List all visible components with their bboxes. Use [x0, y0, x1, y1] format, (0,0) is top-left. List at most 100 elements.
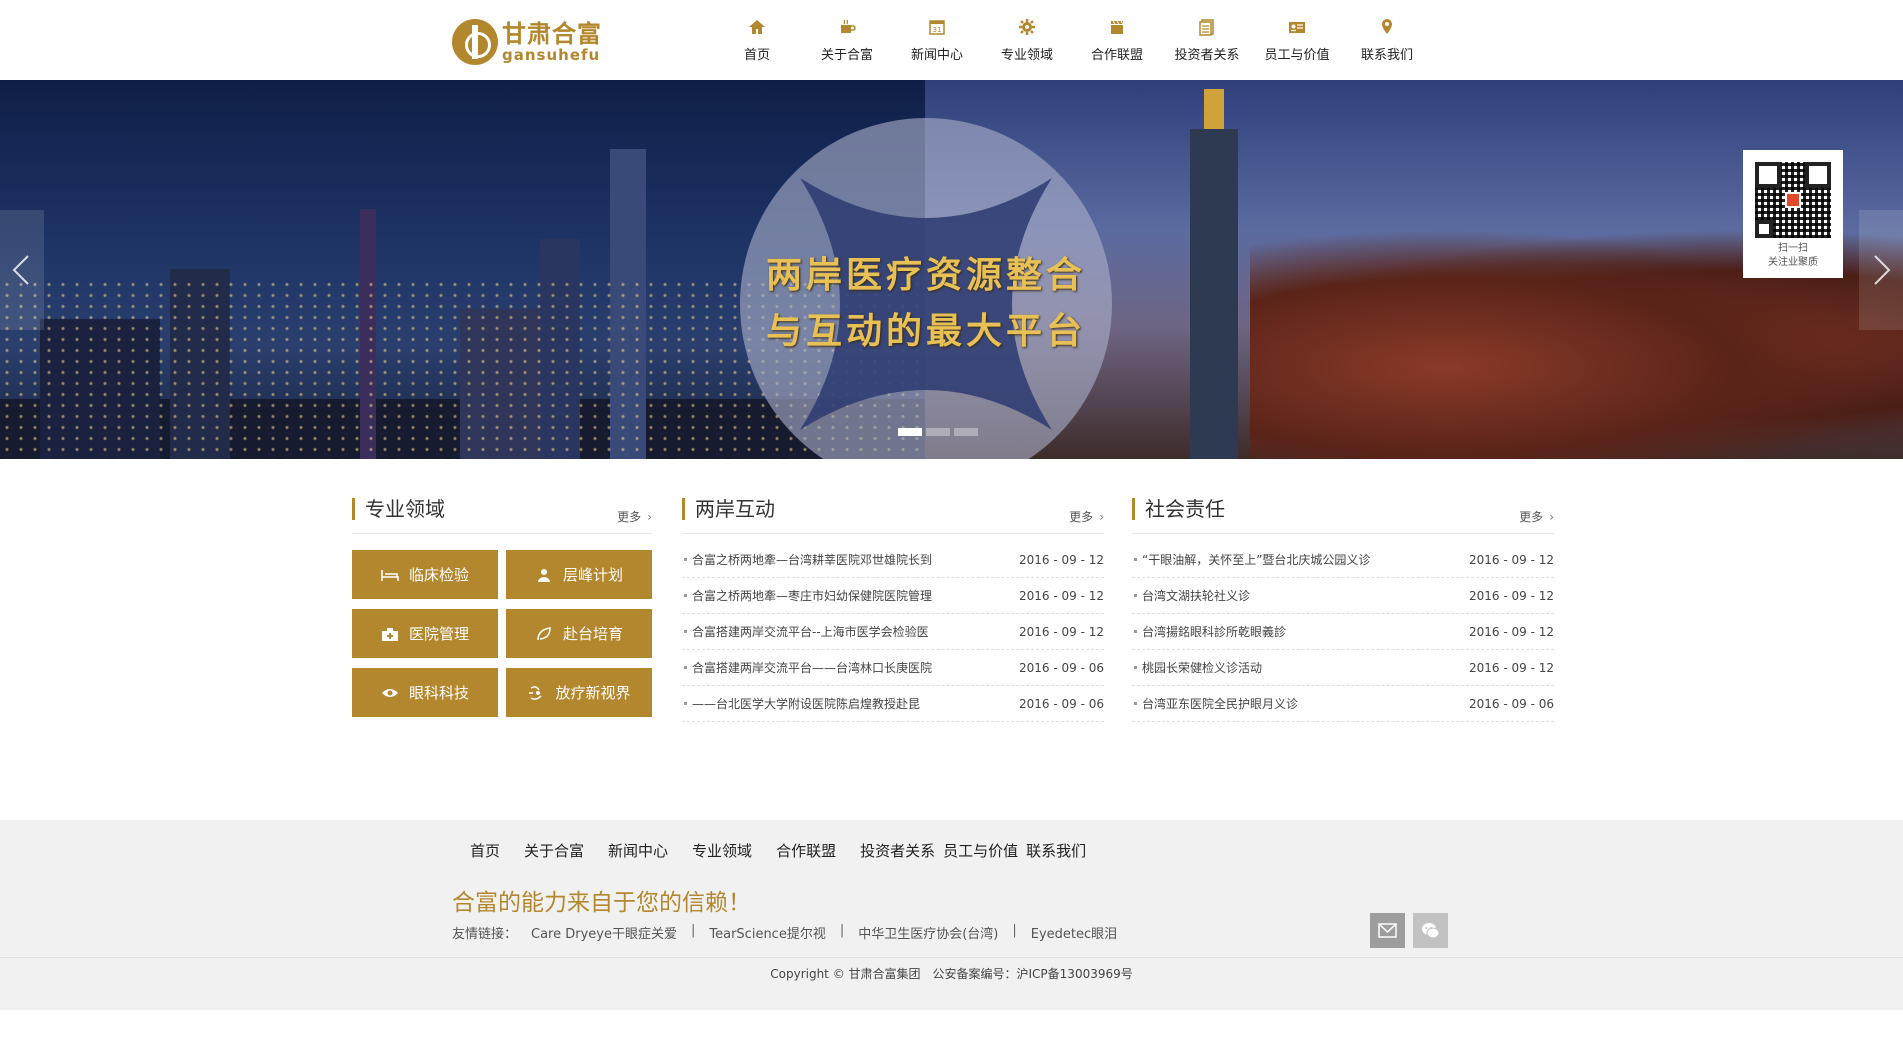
news-list: 合富之桥两地牽—台湾耕莘医院邓世雄院长到 2016 - 09 - 12 合富之桥两…	[682, 542, 1104, 722]
tile-label: 医院管理	[408, 625, 469, 643]
footer-nav-fields[interactable]: 专业领域	[692, 840, 752, 861]
coffee-icon	[802, 18, 892, 40]
qr-finder	[1755, 220, 1773, 238]
tile-clinical-lab[interactable]: 临床检验	[352, 550, 498, 599]
news-date: 2016 - 09 - 12	[1469, 552, 1554, 567]
footer-nav-contact[interactable]: 联系我们	[1026, 840, 1086, 861]
news-title[interactable]: 合富搭建两岸交流平台--上海市医学会检验医	[682, 623, 929, 640]
tile-label: 层峰计划	[562, 566, 623, 584]
nav-item-investors[interactable]: 投资者关系	[1162, 18, 1252, 63]
chevron-right-icon: ›	[647, 510, 652, 524]
nav-item-label: 员工与价值	[1264, 48, 1330, 63]
friend-link[interactable]: Eyedetec眼泪	[1031, 923, 1117, 942]
user-icon	[537, 568, 550, 582]
mail-icon	[1378, 923, 1397, 938]
nav-item-alliance[interactable]: 合作联盟	[1072, 18, 1162, 63]
banner-slogan: 两岸医疗资源整合 与互动的最大平台	[740, 248, 1112, 360]
copyright-text: Copyright © 甘肃合富集团 公安备案编号：沪ICP备13003969号	[770, 967, 1133, 981]
banner-prev-arrow[interactable]	[0, 210, 44, 330]
wechat-button[interactable]	[1413, 913, 1448, 948]
news-date: 2016 - 09 - 12	[1019, 552, 1104, 567]
footer-nav-alliance[interactable]: 合作联盟	[776, 840, 836, 861]
news-title[interactable]: 台湾文湖扶轮社义诊	[1132, 587, 1250, 604]
news-title[interactable]: 台湾揚銘眼科診所乾眼義診	[1132, 623, 1286, 640]
news-title[interactable]: 合富之桥两地牽—枣庄市妇幼保健院医院管理	[682, 587, 932, 604]
section-title: 社会责任	[1132, 498, 1225, 520]
nav-item-home[interactable]: 首页	[712, 18, 802, 63]
news-title[interactable]: 桃园长荣健检义诊活动	[1132, 659, 1262, 676]
news-date: 2016 - 09 - 12	[1469, 624, 1554, 639]
news-date: 2016 - 09 - 12	[1469, 588, 1554, 603]
more-link[interactable]: 更多 ›	[1519, 508, 1554, 525]
nav-item-label: 关于合富	[820, 48, 873, 63]
list-item: 桃园长荣健检义诊活动 2016 - 09 - 12	[1132, 650, 1554, 686]
tile-ophthalmology[interactable]: 眼科科技	[352, 668, 498, 717]
friend-link[interactable]: TearScience提尔视	[709, 923, 825, 942]
slide-indicators	[898, 428, 982, 436]
slide-dot-3[interactable]	[954, 428, 978, 436]
news-date: 2016 - 09 - 12	[1469, 660, 1554, 675]
tile-taiwan-training[interactable]: 赴台培育	[506, 609, 652, 658]
nav-item-label: 合作联盟	[1090, 48, 1143, 63]
link-divider: |	[1012, 923, 1017, 938]
news-date: 2016 - 09 - 06	[1019, 696, 1104, 711]
document-icon	[1162, 18, 1252, 40]
nav-item-staff[interactable]: 员工与价值	[1252, 18, 1342, 63]
chevron-right-icon: ›	[1549, 510, 1554, 524]
site-footer: 首页 关于合富 新闻中心 专业领域 合作联盟 投资者关系 员工与价值 联系我们 …	[0, 820, 1903, 957]
footer-nav-investors[interactable]: 投资者关系	[860, 840, 935, 861]
nav-item-news[interactable]: 31 新闻中心	[892, 18, 982, 63]
link-divider: |	[839, 923, 845, 938]
section-social: 社会责任 更多 › “干眼油解，关怀至上”暨台北庆城公园义诊 2016 - 09 -…	[1132, 496, 1554, 722]
qr-code-icon	[1755, 162, 1831, 238]
gear-icon	[982, 18, 1072, 40]
section-fields: 专业领域 更多 › 临床检验 层峰计划 医院管理 赴台培育 眼科科技 放疗新视界	[352, 496, 652, 717]
list-item: 合富之桥两地牽—枣庄市妇幼保健院医院管理 2016 - 09 - 12	[682, 578, 1104, 614]
footer-nav-about[interactable]: 关于合富	[524, 840, 584, 861]
section-cross-strait: 两岸互动 更多 › 合富之桥两地牽—台湾耕莘医院邓世雄院长到 2016 - 09 -…	[682, 496, 1104, 722]
news-title[interactable]: 合富之桥两地牽—台湾耕莘医院邓世雄院长到	[682, 551, 932, 568]
tile-peak-plan[interactable]: 层峰计划	[506, 550, 652, 599]
section-header: 两岸互动 更多 ›	[682, 496, 1104, 534]
slide-dot-1[interactable]	[898, 428, 922, 436]
chevron-right-icon	[1874, 255, 1891, 285]
footer-nav-staff[interactable]: 员工与价值	[943, 840, 1018, 861]
email-button[interactable]	[1370, 913, 1405, 948]
tile-radiotherapy[interactable]: 放疗新视界	[506, 668, 652, 717]
friend-link[interactable]: 中华卫生医疗协会(台湾)	[858, 923, 998, 942]
section-header: 专业领域 更多 ›	[352, 496, 652, 534]
news-title[interactable]: ——台北医学大学附设医院陈启煌教授赴昆	[682, 695, 920, 712]
nav-item-about[interactable]: 关于合富	[802, 18, 892, 63]
tile-hospital-mgmt[interactable]: 医院管理	[352, 609, 498, 658]
nav-item-fields[interactable]: 专业领域	[982, 18, 1072, 63]
footer-nav-news[interactable]: 新闻中心	[608, 840, 668, 861]
news-date: 2016 - 09 - 12	[1019, 588, 1104, 603]
tile-label: 眼科科技	[408, 684, 469, 702]
wechat-icon	[1422, 923, 1440, 939]
qr-code-panel[interactable]: 扫一扫 关注业聚质	[1743, 150, 1843, 278]
home-icon	[712, 18, 802, 40]
hospital-icon	[381, 627, 398, 641]
news-title[interactable]: 台湾亚东医院全民护眼月义诊	[1132, 695, 1298, 712]
nav-item-label: 专业领域	[1000, 48, 1053, 63]
nav-item-label: 投资者关系	[1174, 48, 1240, 63]
news-title[interactable]: 合富搭建两岸交流平台——台湾林口长庚医院	[682, 659, 932, 676]
copyright-bar: Copyright © 甘肃合富集团 公安备案编号：沪ICP备13003969号	[0, 957, 1903, 1010]
news-title[interactable]: “干眼油解，关怀至上”暨台北庆城公园义诊	[1132, 551, 1370, 568]
logo-emblem-icon	[452, 19, 498, 65]
list-item: 合富搭建两岸交流平台——台湾林口长庚医院 2016 - 09 - 06	[682, 650, 1104, 686]
slogan-line-2: 与互动的最大平台	[765, 311, 1086, 352]
more-link[interactable]: 更多 ›	[617, 508, 652, 525]
main-nav: 首页 关于合富 31 新闻中心 专业领域 合作联盟 投资者关系 员工与价值 联系…	[712, 18, 1432, 63]
banner-next-arrow[interactable]	[1859, 210, 1903, 330]
friend-link[interactable]: Care Dryeye干眼症关爱	[531, 923, 677, 942]
nav-item-contact[interactable]: 联系我们	[1342, 18, 1432, 63]
slide-dot-2[interactable]	[926, 428, 950, 436]
footer-nav-home[interactable]: 首页	[470, 840, 500, 861]
chevron-left-icon	[12, 255, 29, 285]
more-link[interactable]: 更多 ›	[1069, 508, 1104, 525]
qr-caption-1: 扫一扫	[1778, 243, 1808, 254]
news-list: “干眼油解，关怀至上”暨台北庆城公园义诊 2016 - 09 - 12 台湾文湖扶…	[1132, 542, 1554, 722]
taipei-tower	[1190, 129, 1238, 459]
brand-logo[interactable]: 甘肃合富 gansuhefu	[452, 19, 602, 65]
